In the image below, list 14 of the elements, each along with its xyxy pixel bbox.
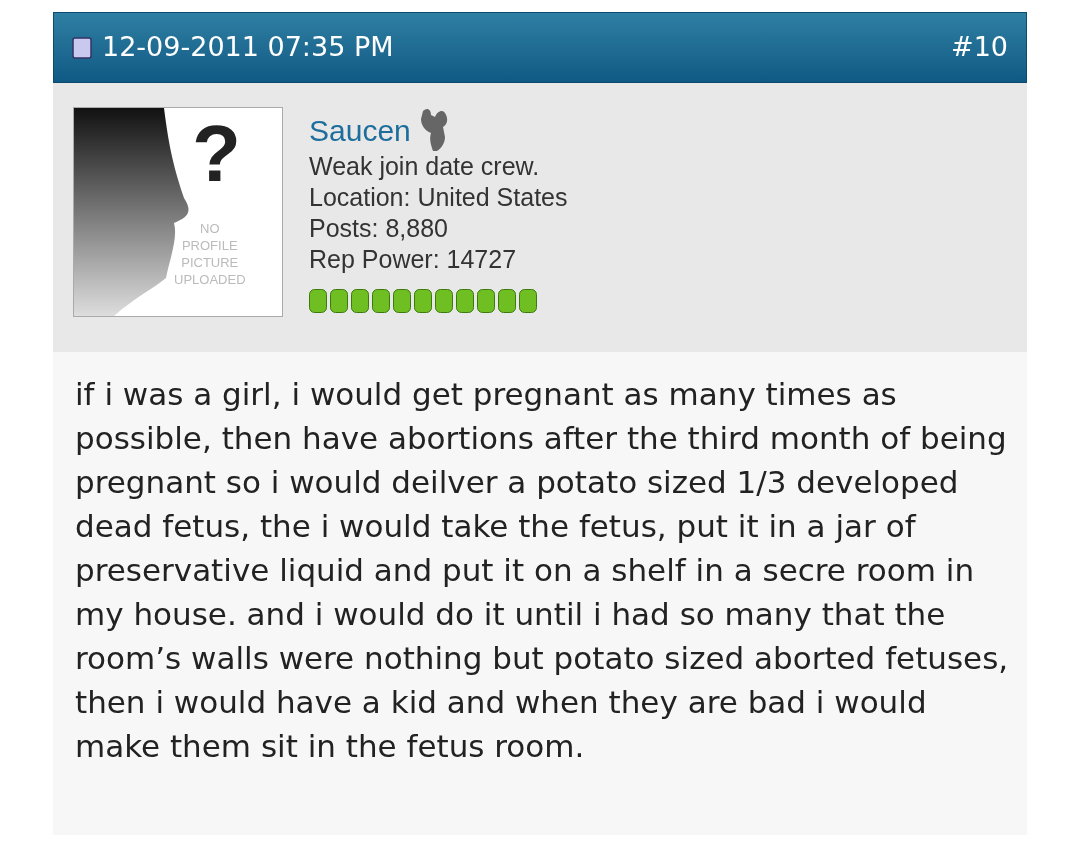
document-icon: [72, 36, 92, 59]
post-message: if i was a girl, i would get pregnant as many times as possible, then have abortions after the third month of being pregnant so i would deilver a potato sized 1/3 developed dead fetus, the i would take the fetus, put it in a jar of preservative liquid and put it on a shelf in a secre room in my house. and i would do it until i had so many that the room’s walls were nothing but potato sized aborted fetuses, then i would have a kid and when they are bad i would make them sit in the fetus room.: [75, 375, 1010, 766]
avatar-caption: NO: [200, 220, 220, 237]
avatar-caption: UPLOADED: [174, 271, 246, 288]
user-location: Location: United States: [309, 182, 568, 213]
post-date: 12-09-2011 07:35 PM: [102, 30, 394, 65]
avatar-caption: PICTURE: [181, 254, 239, 271]
avatar-caption: PROFILE: [181, 237, 238, 254]
rep-power: Rep Power: 14727: [309, 244, 518, 275]
post-number[interactable]: #10: [951, 27, 1008, 68]
username-link[interactable]: Saucen: [309, 111, 411, 151]
user-title: Weak join date crew.: [309, 151, 541, 182]
post-count: Posts: 8,880: [309, 213, 449, 244]
question-mark: ?: [192, 114, 241, 194]
